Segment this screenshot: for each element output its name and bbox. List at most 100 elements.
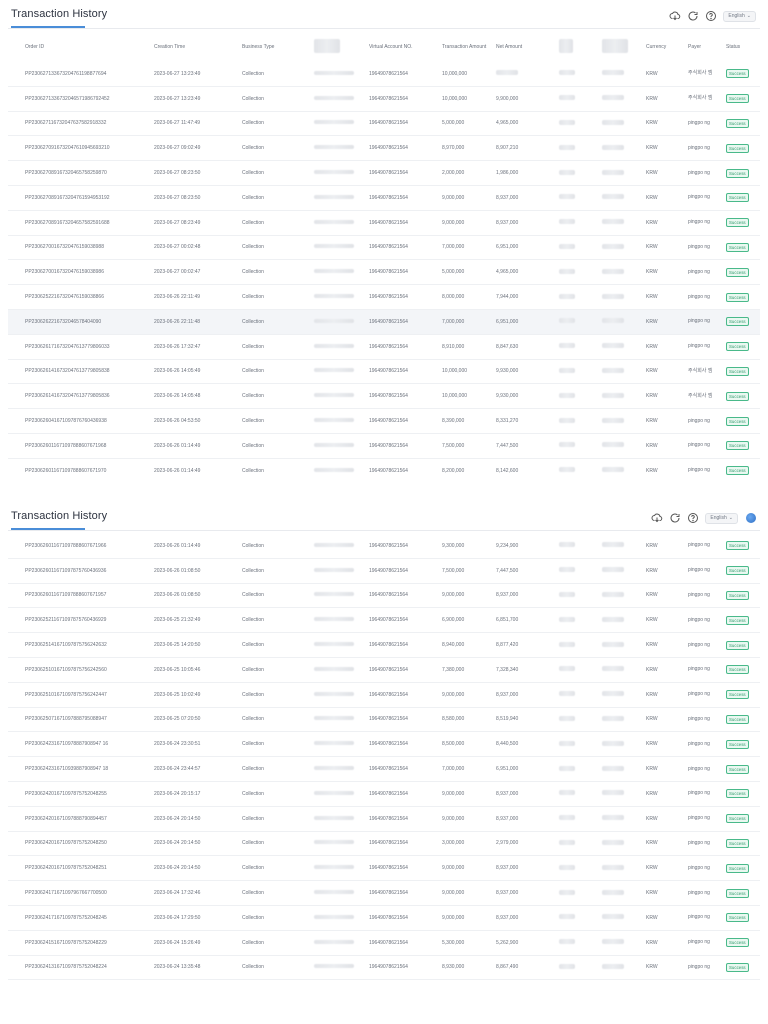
table-row[interactable]: PP2306261416732047613779805838 2023-06-26… <box>8 360 760 385</box>
cell-status: Success <box>726 665 749 675</box>
table-row[interactable]: PP2306270916732047610945693210 2023-06-27… <box>8 136 760 162</box>
table-row[interactable]: PP23062700167320476159038988 2023-06-27 0… <box>8 236 760 261</box>
cell-business-type: Collection <box>242 244 264 251</box>
header-divider <box>8 530 760 531</box>
table-row[interactable]: PP230625141671097875756242632 2023-06-25 … <box>8 633 760 658</box>
cell-creation-time: 2023-06-26 14:05:48 <box>154 393 201 400</box>
table-row[interactable]: PP230625071671097888795088947 2023-06-25 … <box>8 708 760 733</box>
status-badge: Success <box>726 366 749 376</box>
cell-currency: KRW <box>646 170 658 177</box>
table-row[interactable]: PP2306270891673204761594953192 2023-06-27… <box>8 186 760 211</box>
cell-redacted-2 <box>559 219 575 226</box>
table-row[interactable]: PP230626011671097875760436936 2023-06-26 … <box>8 559 760 584</box>
table-row[interactable]: PP23062700167320476159038986 2023-06-27 0… <box>8 260 760 286</box>
table-row[interactable]: PP2306261716732047613779806033 2023-06-26… <box>8 335 760 360</box>
avatar[interactable] <box>746 513 756 523</box>
cell-virtual-account: 19649078621564 <box>369 567 408 574</box>
cell-virtual-account: 19649078621564 <box>369 269 408 276</box>
table-row[interactable]: PP230624171671097875752048245 2023-06-24 … <box>8 906 760 931</box>
cell-currency: KRW <box>646 269 658 276</box>
header-toolbar: English ⌄ <box>669 10 756 22</box>
cell-status: Success <box>726 466 749 476</box>
cell-payer: pingpo ng <box>688 417 710 424</box>
cell-net-amount: 7,447,500 <box>496 567 519 574</box>
cell-status: Success <box>726 69 749 79</box>
cell-redacted-3 <box>602 963 624 971</box>
cell-redacted-1 <box>314 70 354 77</box>
cell-redacted-1 <box>314 666 354 673</box>
table-row[interactable]: PP230626011671097888607671957 2023-06-26 … <box>8 584 760 609</box>
table-row[interactable]: PP230624201671097888790894457 2023-06-24 … <box>8 807 760 832</box>
col-virtual-account[interactable]: Virtual Account NO. <box>369 44 413 50</box>
refresh-icon[interactable] <box>687 10 699 22</box>
refresh-icon[interactable] <box>669 512 681 524</box>
status-badge: Success <box>726 466 749 476</box>
cell-business-type: Collection <box>242 269 264 276</box>
table-row[interactable]: PP230624201671097875752048251 2023-06-24 … <box>8 856 760 882</box>
col-currency[interactable]: Currency <box>646 44 666 50</box>
table-row[interactable]: PP2306262216732046578404090 2023-06-26 22… <box>8 309 760 335</box>
col-net-amount[interactable]: Net Amount <box>496 44 522 50</box>
cell-currency: KRW <box>646 865 658 872</box>
table-row[interactable]: PP230626041671097876760436938 2023-06-26 … <box>8 409 760 434</box>
col-creation-time[interactable]: Creation Time <box>154 44 185 50</box>
status-badge: Success <box>726 168 749 178</box>
help-icon[interactable] <box>705 10 717 22</box>
cell-net-amount: 8,440,500 <box>496 741 519 748</box>
cell-redacted-3 <box>602 740 624 748</box>
status-badge: Success <box>726 938 749 948</box>
table-row[interactable]: PP230627133673204761198877694 2023-06-27 … <box>8 62 760 87</box>
cell-status: Success <box>726 416 749 426</box>
table-row[interactable]: PP230627116732047637582918332 2023-06-27 … <box>8 112 760 137</box>
col-business-type[interactable]: Business Type <box>242 44 274 50</box>
status-badge: Success <box>726 863 749 873</box>
table-row[interactable]: PP2306242316710978887908947 16 2023-06-24… <box>8 732 760 758</box>
cell-currency: KRW <box>646 393 658 400</box>
col-transaction-amount[interactable]: Transaction Amount <box>442 44 488 51</box>
table-row[interactable]: PP230624201671097875752048255 2023-06-24 … <box>8 782 760 807</box>
cell-currency: KRW <box>646 244 658 251</box>
cell-net-amount: 6,951,000 <box>496 766 519 773</box>
status-badge: Success <box>726 590 749 600</box>
col-payer[interactable]: Payer <box>688 44 716 51</box>
table-row[interactable]: PP2306271336732046571986792452 2023-06-27… <box>8 87 760 112</box>
table-row[interactable]: PP230624201671097875752048250 2023-06-24 … <box>8 832 760 857</box>
cell-redacted-1 <box>314 567 354 574</box>
table-row[interactable]: PP230626011671097888607671968 2023-06-26 … <box>8 434 760 459</box>
table-row[interactable]: PP230626011671097888607671970 2023-06-26 … <box>8 459 760 476</box>
table-row[interactable]: PP23062522167320476159038866 2023-06-26 2… <box>8 285 760 310</box>
table-row[interactable]: PP230625101671097875756242560 2023-06-25 … <box>8 658 760 683</box>
table-row[interactable]: PP230625211671097875760436929 2023-06-25 … <box>8 608 760 634</box>
col-status[interactable]: Status <box>726 44 740 50</box>
cell-redacted-3 <box>602 169 624 177</box>
table-row[interactable]: PP230624131671097875752048224 2023-06-24 … <box>8 956 760 981</box>
table-row[interactable]: PP2306242316710939887908947 18 2023-06-24… <box>8 757 760 782</box>
col-redacted-3 <box>602 39 628 55</box>
table-row[interactable]: PP230624151671097875752048229 2023-06-24 … <box>8 931 760 956</box>
table-row[interactable]: PP2306261416732047613779805836 2023-06-26… <box>8 384 760 410</box>
table-row[interactable]: PP230626011671097888607671966 2023-06-26 … <box>8 534 760 559</box>
col-order-id[interactable]: Order ID <box>25 44 44 50</box>
cell-redacted-2 <box>559 268 575 276</box>
cell-net-amount: 9,930,000 <box>496 393 519 400</box>
cloud-download-icon[interactable] <box>669 10 681 22</box>
table-body: PP230626011671097888607671966 2023-06-26 … <box>8 534 760 981</box>
cell-payer: pingpo ng <box>688 343 710 350</box>
cell-redacted-3 <box>602 392 624 400</box>
table-row[interactable]: PP230624171671097967667700500 2023-06-24 … <box>8 881 760 906</box>
table-row[interactable]: PP230625101671097875756242447 2023-06-25 … <box>8 683 760 708</box>
cell-business-type: Collection <box>242 95 264 102</box>
cell-virtual-account: 19649078621564 <box>369 890 408 897</box>
cell-transaction-amount: 9,300,000 <box>442 542 465 549</box>
cell-redacted-2 <box>559 169 575 177</box>
cell-transaction-amount: 9,000,000 <box>442 790 465 797</box>
cell-business-type: Collection <box>242 467 264 474</box>
table-row[interactable]: PP2306270891673204657582591688 2023-06-27… <box>8 211 760 236</box>
language-select[interactable]: English ⌄ <box>705 512 738 524</box>
help-icon[interactable] <box>687 512 699 524</box>
status-badge: Success <box>726 118 749 128</box>
cloud-download-icon[interactable] <box>651 512 663 524</box>
table-row[interactable]: PP230627089167320465758259870 2023-06-27 … <box>8 161 760 186</box>
cell-currency: KRW <box>646 766 658 773</box>
language-select[interactable]: English ⌄ <box>723 10 756 22</box>
